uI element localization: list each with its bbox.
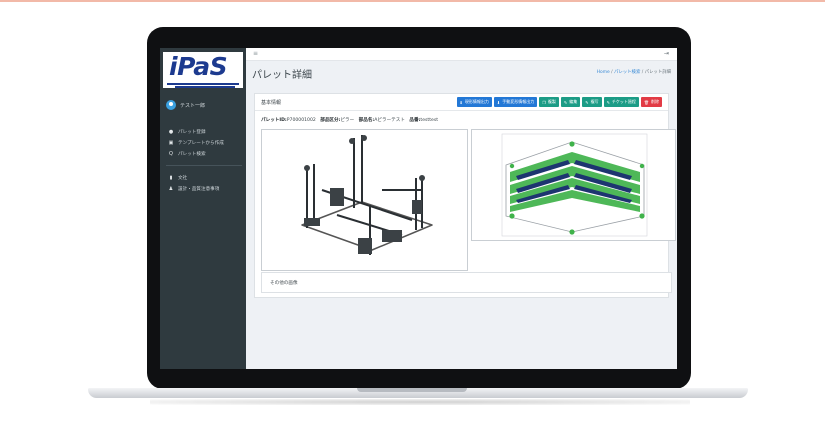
breadcrumb-separator: /	[641, 70, 644, 75]
button-label: 手動変形情報出力	[502, 99, 535, 104]
app-screen: iPaS テスト一郎 ● パレット登録 ▣ テンプレートから作成 Q パレット検…	[160, 48, 677, 369]
sidebar-divider	[166, 165, 242, 166]
button-label: 複写	[590, 99, 599, 104]
other-images-label: その他の画像	[270, 281, 298, 286]
user-avatar-icon	[166, 100, 176, 110]
meta-part-value: Aピラーテスト	[374, 118, 405, 123]
meta-product-label: 品番:	[409, 118, 421, 123]
sidebar-item-from-template[interactable]: ▣ テンプレートから作成	[168, 137, 242, 148]
pallet-frame-image[interactable]	[261, 129, 468, 271]
delete-button[interactable]: 🗑 削除	[640, 97, 662, 107]
other-images-section: その他の画像	[261, 272, 672, 293]
top-bar: ≡ ⇥	[246, 48, 677, 61]
sidebar-item-company[interactable]: ▮ 文社	[168, 172, 242, 183]
menu-toggle-icon[interactable]: ≡	[253, 50, 258, 57]
pallet-frame-drawing	[301, 135, 433, 255]
card-header: 基本情報 ⬇ 現形情報出力 ⬇ 手動変形情報出力 ❐ 複製 ✎ 編集 ✎ 複写 …	[255, 94, 668, 111]
sidebar-item-design-notes[interactable]: ♟ 設計・品質注意事項	[168, 183, 242, 194]
edit-button[interactable]: ✎ 編集	[560, 97, 581, 107]
button-label: チケット過程	[611, 99, 636, 104]
breadcrumb-separator: /	[611, 70, 613, 75]
sidebar-item-pallet-register[interactable]: ● パレット登録	[168, 126, 242, 137]
logout-icon[interactable]: ⇥	[664, 50, 669, 57]
user-icon: ♟	[168, 185, 174, 192]
meta-category-label: 部品区分:	[320, 118, 341, 123]
basic-info-card: 基本情報 ⬇ 現形情報出力 ⬇ 手動変形情報出力 ❐ 複製 ✎ 編集 ✎ 複写 …	[254, 93, 676, 298]
sidebar: iPaS テスト一郎 ● パレット登録 ▣ テンプレートから作成 Q パレット検…	[160, 48, 246, 369]
pencil-icon: ✎	[606, 99, 610, 105]
logo-text: iPaS	[169, 52, 228, 81]
meta-product-value: testtest	[420, 118, 439, 123]
plus-circle-icon: ●	[168, 128, 174, 135]
search-icon: Q	[169, 150, 173, 157]
sidebar-item-pallet-search[interactable]: Q パレット検索	[168, 148, 242, 159]
sidebar-item-label: パレット登録	[178, 129, 206, 135]
copy-button[interactable]: ✎ 複写	[582, 97, 602, 107]
copy-icon: ▣	[168, 139, 174, 146]
pencil-icon: ✎	[585, 99, 589, 105]
download-icon: ⬇	[496, 99, 501, 105]
meta-id-value: P700001002	[286, 118, 316, 123]
breadcrumb-current: パレット詳細	[644, 70, 671, 75]
sidebar-item-label: 設計・品質注意事項	[178, 186, 220, 192]
breadcrumb-pallet-search[interactable]: パレット検索	[614, 70, 640, 75]
title-row: パレット詳細 Home / パレット検索 / パレット詳細	[246, 61, 677, 81]
download-icon: ⬇	[459, 99, 463, 105]
button-label: 編集	[569, 99, 578, 104]
building-icon: ▮	[169, 174, 173, 181]
card-title: 基本情報	[261, 100, 282, 106]
user-name: テスト一郎	[180, 102, 206, 109]
sidebar-item-label: テンプレートから作成	[178, 140, 224, 146]
duplicate-button[interactable]: ❐ 複製	[539, 97, 559, 107]
pallet-simulation-image[interactable]	[471, 129, 676, 241]
action-buttons: ⬇ 現形情報出力 ⬇ 手動変形情報出力 ❐ 複製 ✎ 編集 ✎ 複写 ✎ チケッ…	[456, 97, 662, 107]
pallet-simulation-drawing	[501, 133, 648, 237]
logo-underline	[167, 83, 239, 85]
user-profile[interactable]: テスト一郎	[166, 100, 205, 110]
meta-category-value: ピラー	[340, 118, 355, 123]
copy-icon: ❐	[542, 99, 546, 105]
top-accent-line	[0, 0, 825, 2]
button-label: 現形情報出力	[464, 99, 489, 104]
sidebar-menu: ● パレット登録 ▣ テンプレートから作成 Q パレット検索 ▮ 文社 ♟ 設計…	[166, 126, 242, 194]
main-content: ≡ ⇥ パレット詳細 Home / パレット検索 / パレット詳細 基本情報 ⬇…	[246, 48, 677, 369]
laptop-notch	[357, 388, 467, 392]
breadcrumb-home[interactable]: Home	[597, 70, 610, 75]
logo-underline-2	[175, 86, 235, 88]
ticket-button[interactable]: ✎ チケット過程	[603, 97, 639, 107]
export-shape-button[interactable]: ⬇ 現形情報出力	[456, 97, 492, 107]
meta-id-label: パレットID:	[261, 118, 287, 123]
pallet-meta: パレットID:P700001002 部品区分:ピラー 部品名:Aピラーテスト 品…	[261, 117, 438, 123]
meta-part-label: 部品名:	[358, 118, 375, 123]
button-label: 削除	[651, 99, 659, 104]
pencil-icon: ✎	[563, 99, 568, 105]
trash-icon: 🗑	[643, 99, 649, 105]
sidebar-item-label: 文社	[178, 175, 188, 181]
export-deform-button[interactable]: ⬇ 手動変形情報出力	[493, 97, 538, 107]
laptop-shadow	[150, 399, 690, 405]
page-title: パレット詳細	[252, 70, 312, 81]
sidebar-item-label: パレット検索	[178, 151, 206, 157]
breadcrumb: Home / パレット検索 / パレット詳細	[597, 69, 671, 75]
button-label: 複製	[547, 99, 556, 104]
app-logo[interactable]: iPaS	[163, 52, 243, 88]
